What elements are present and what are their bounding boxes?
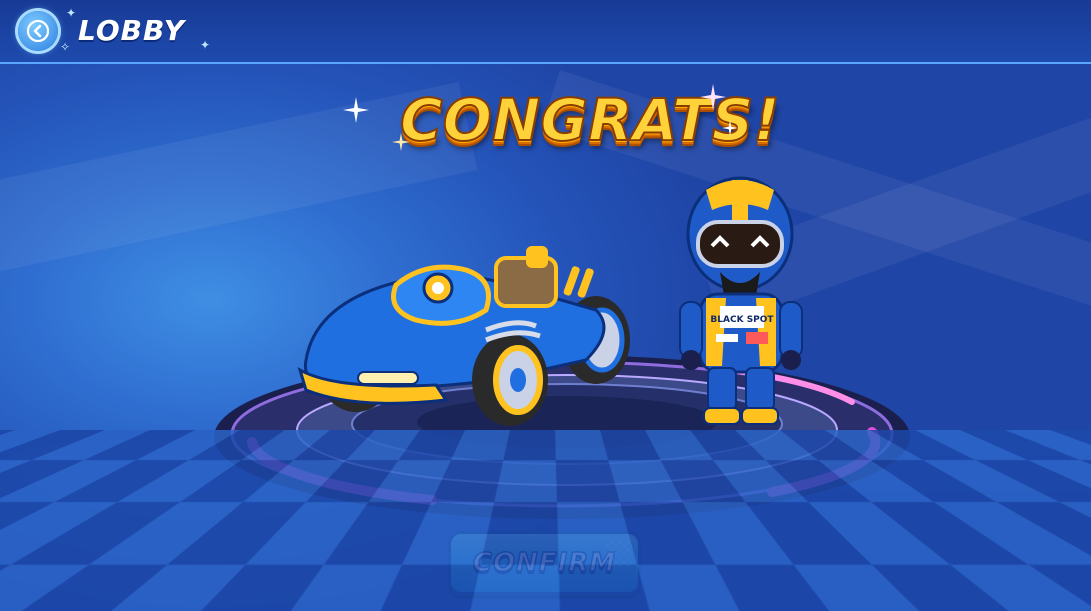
- top-bar: LOBBY ✦ ✦ ✧: [0, 0, 1091, 64]
- reward-screen: LOBBY ✦ ✦ ✧ CONGRATS! BLACK SPOT CONFIRM: [0, 0, 1091, 611]
- checker-decoration: [606, 540, 632, 566]
- sparkle-star-icon: [700, 84, 726, 110]
- sparkle-icon: ✧: [60, 40, 71, 54]
- sparkle-star-icon: [343, 97, 369, 123]
- lobby-title[interactable]: LOBBY: [78, 14, 185, 47]
- suit-logo-text: BLACK SPOT: [710, 315, 774, 325]
- sparkle-star-icon: [392, 133, 410, 151]
- sparkle-icon: ✦: [200, 38, 211, 52]
- sparkle-icon: ✦: [66, 6, 77, 20]
- back-arrow-icon: [27, 20, 49, 42]
- congrats-title: CONGRATS!: [399, 85, 781, 155]
- sparkle-star-icon: [722, 120, 738, 136]
- confirm-label: CONFIRM: [472, 547, 617, 579]
- confirm-button[interactable]: CONFIRM: [451, 534, 638, 592]
- back-button[interactable]: [18, 11, 58, 51]
- racer-reward: BLACK SPOT: [679, 176, 803, 425]
- kart-reward: [297, 246, 630, 426]
